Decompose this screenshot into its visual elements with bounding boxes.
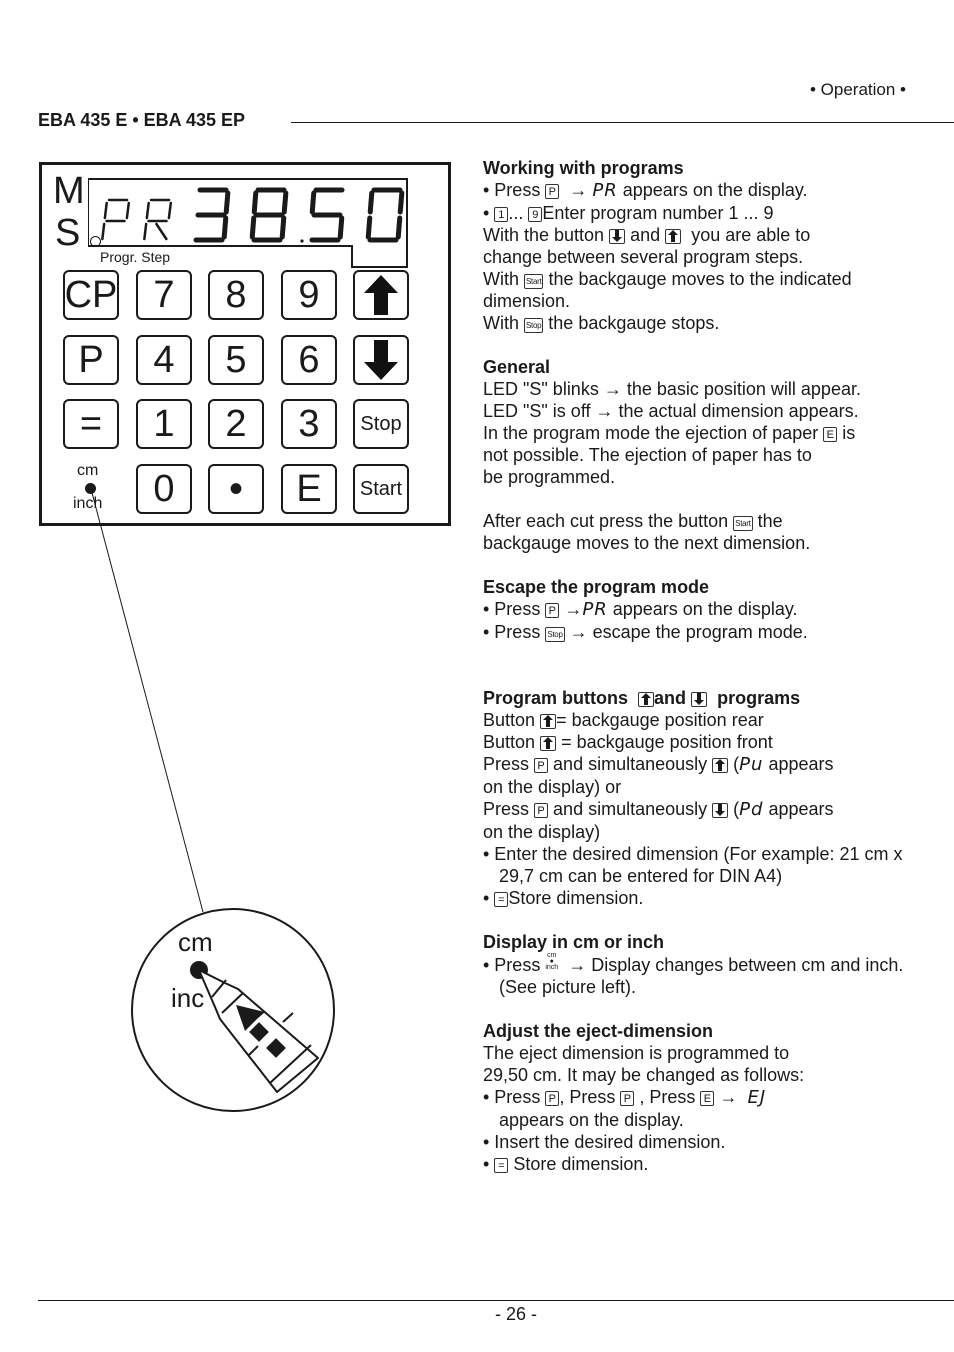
instruction-line: • Press P →PR appears on the display. bbox=[483, 599, 798, 620]
detail-inch-label: inc bbox=[171, 983, 204, 1013]
instruction-line: In the program mode the ejection of pape… bbox=[483, 423, 856, 443]
instruction-line: • = Store dimension. bbox=[483, 888, 644, 908]
stop-key-icon: Stop bbox=[524, 318, 544, 333]
instructions-column: Working with programs • Press P → PR app… bbox=[483, 157, 923, 1175]
callout-line bbox=[90, 488, 204, 913]
instruction-line: With Start the backgauge moves to the in… bbox=[483, 269, 852, 289]
key-equals-icon: = bbox=[494, 1158, 509, 1173]
instruction-line: Button = backgauge position rear bbox=[483, 710, 764, 730]
start-key-icon: Start bbox=[524, 274, 544, 289]
key-p-icon: P bbox=[545, 1091, 560, 1106]
instruction-line: dimension. bbox=[483, 291, 571, 311]
instruction-line: Press P and simultaneously (Pd appears bbox=[483, 799, 834, 820]
key-9-icon: 9 bbox=[528, 207, 543, 222]
footer-rule bbox=[38, 1300, 954, 1301]
section-working-with-programs: Working with programs • Press P → PR app… bbox=[483, 157, 923, 334]
instruction-line: • Press cm ● inch → Display changes betwee… bbox=[483, 952, 904, 997]
key-equals-icon: = bbox=[494, 892, 509, 907]
heading-general: General bbox=[483, 357, 551, 377]
instruction-line: on the display) or bbox=[483, 777, 622, 797]
key-p-icon: P bbox=[620, 1091, 635, 1106]
key-1-icon: 1 bbox=[494, 207, 509, 222]
instruction-line: change between several program steps. bbox=[483, 247, 804, 267]
section-general: General LED "S" blinks → the basic posit… bbox=[483, 356, 923, 554]
stop-key-icon: Stop bbox=[545, 627, 565, 642]
instruction-line: on the display) bbox=[483, 822, 601, 842]
arrow-down-key-icon bbox=[609, 229, 626, 244]
instruction-line: • Press Stop → escape the program mode. bbox=[483, 622, 808, 642]
instruction-line: • = Store dimension. bbox=[483, 1154, 649, 1174]
instruction-line: The eject dimension is programmed to bbox=[483, 1043, 790, 1063]
instruction-line: not possible. The ejection of paper has … bbox=[483, 445, 812, 465]
instruction-line: appears on the display. bbox=[499, 1110, 684, 1130]
heading-working-with-programs: Working with programs bbox=[483, 158, 684, 178]
instruction-line: • Press P, Press P , Press E → EJ bbox=[483, 1087, 767, 1108]
start-key-icon: Start bbox=[733, 516, 753, 531]
instruction-line: • Enter the desired dimension (For examp… bbox=[483, 844, 903, 886]
heading-display-cm-inch: Display in cm or inch bbox=[483, 932, 665, 952]
arrow-up-key-icon bbox=[540, 736, 557, 751]
arrow-up-key-icon bbox=[712, 758, 729, 773]
section-escape-program-mode: Escape the program mode • Press P →PR ap… bbox=[483, 576, 923, 643]
section-adjust-eject: Adjust the eject-dimension The eject dim… bbox=[483, 1020, 923, 1175]
callout-illustration: cm inc bbox=[90, 488, 335, 1112]
arrow-up-key-icon bbox=[540, 714, 557, 729]
key-e-icon: E bbox=[823, 427, 838, 442]
instruction-line: LED "S" blinks → the basic position will… bbox=[483, 379, 861, 399]
instruction-line: 29,50 cm. It may be changed as follows: bbox=[483, 1065, 805, 1085]
instruction-line: With the button and you are able to bbox=[483, 225, 811, 245]
heading-program-buttons: Program buttons and programs bbox=[483, 688, 801, 708]
instruction-line: backgauge moves to the next dimension. bbox=[483, 533, 811, 553]
arrow-up-key-icon bbox=[665, 229, 682, 244]
key-p-icon: P bbox=[545, 184, 560, 199]
instruction-line: With Stop the backgauge stops. bbox=[483, 313, 720, 333]
section-display-cm-inch: Display in cm or inch • Press cm ● inch → … bbox=[483, 931, 923, 998]
key-p-icon: P bbox=[545, 603, 560, 618]
instruction-line: • Press P → PR appears on the display. bbox=[483, 180, 808, 201]
cm-inch-key-icon: cm ● inch bbox=[545, 952, 559, 971]
instruction-line: Press P and simultaneously (Pu appears bbox=[483, 754, 834, 775]
heading-escape-program-mode: Escape the program mode bbox=[483, 577, 710, 597]
key-e-icon: E bbox=[700, 1091, 715, 1106]
heading-adjust-eject: Adjust the eject-dimension bbox=[483, 1021, 714, 1041]
page-number: - 26 - bbox=[494, 1304, 537, 1324]
section-program-buttons: Program buttons and programs Button = ba… bbox=[483, 687, 923, 909]
instruction-line: • Insert the desired dimension. bbox=[483, 1132, 726, 1152]
instruction-line: After each cut press the button Start th… bbox=[483, 511, 783, 531]
instruction-line: LED "S" is off → the actual dimension ap… bbox=[483, 401, 859, 421]
arrow-up-key-icon bbox=[638, 692, 655, 707]
key-p-icon: P bbox=[534, 758, 549, 773]
section-label: • Operation • bbox=[809, 80, 906, 99]
arrow-down-key-icon bbox=[691, 692, 708, 707]
detail-cm-label: cm bbox=[178, 927, 213, 957]
instruction-line: be programmed. bbox=[483, 467, 616, 487]
instruction-line: Button = backgauge position front bbox=[483, 732, 773, 752]
arrow-down-key-icon bbox=[712, 803, 729, 818]
instruction-line: • 1... 9 Enter program number 1 ... 9 bbox=[483, 203, 774, 223]
key-p-icon: P bbox=[534, 803, 549, 818]
